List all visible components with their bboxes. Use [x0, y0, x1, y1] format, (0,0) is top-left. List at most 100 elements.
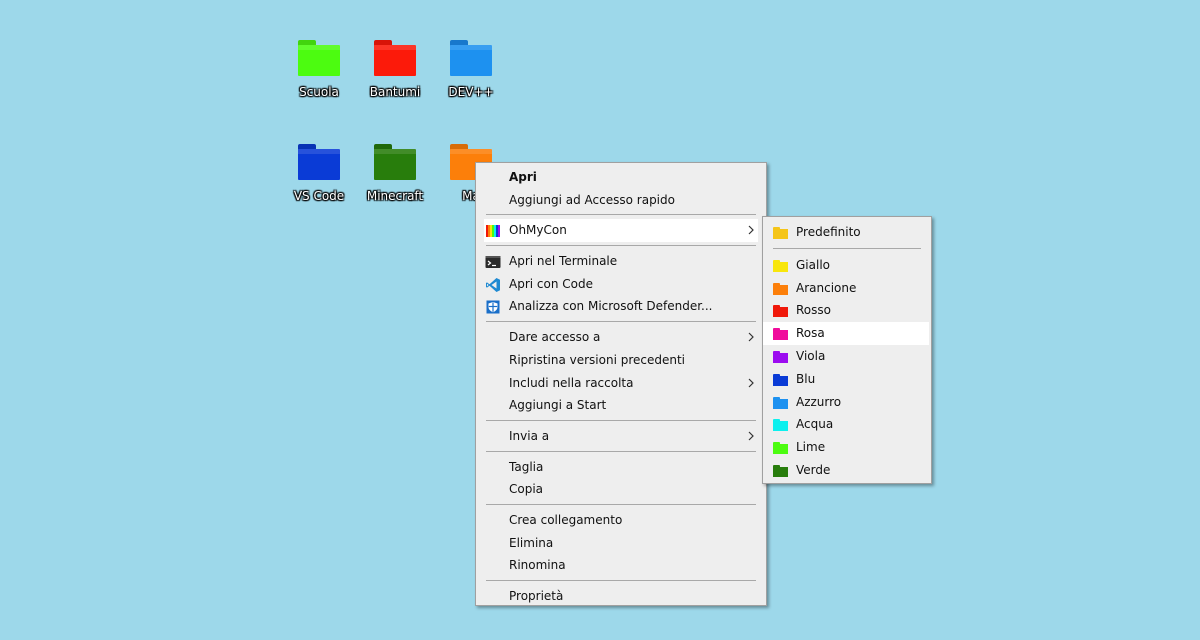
menu-item-properties[interactable]: Proprietà: [476, 585, 766, 608]
folder-icon: [773, 350, 788, 363]
menu-item-label: Taglia: [509, 459, 544, 474]
submenu-item-rosso[interactable]: Rosso: [763, 299, 931, 322]
folder-icon: [773, 282, 788, 295]
folder-icon: [773, 464, 788, 477]
menu-item-label: Invia a: [509, 428, 550, 443]
menu-item-ohmycon[interactable]: OhMyCon: [484, 219, 758, 243]
menu-item-label: OhMyCon: [509, 223, 567, 238]
folder-icon: [374, 40, 416, 76]
menu-item-label: Elimina: [509, 535, 554, 550]
menu-item-terminal[interactable]: Apri nel Terminale: [476, 250, 766, 273]
vscode-icon: [486, 277, 500, 292]
folder-icon: [773, 227, 788, 239]
menu-item-label: Apri con Code: [509, 276, 593, 291]
menu-item-label: Proprietà: [509, 589, 564, 603]
folder-icon: [374, 144, 416, 180]
desktop-folder-label: Scuola: [299, 85, 339, 99]
context-menu: Apri Aggiungi ad Accesso rapido OhMyCon …: [475, 162, 767, 606]
folder-icon: [773, 259, 788, 272]
submenu-item-label: Rosso: [796, 303, 831, 318]
menu-separator: [486, 321, 756, 323]
chevron-right-icon: [748, 431, 754, 441]
desktop-folder-label: Minecraft: [366, 189, 424, 203]
menu-item-pin-start[interactable]: Aggiungi a Start: [476, 394, 766, 417]
menu-item-label: Analizza con Microsoft Defender...: [509, 299, 713, 314]
desktop-folder-label: DEV++: [448, 85, 494, 99]
folder-icon: [450, 40, 492, 76]
menu-item-cut[interactable]: Taglia: [476, 456, 766, 479]
submenu-item-giallo[interactable]: Giallo: [763, 254, 931, 277]
submenu-item-verde[interactable]: Verde: [763, 459, 931, 482]
submenu-item-blu[interactable]: Blu: [763, 368, 931, 391]
menu-item-include-library[interactable]: Includi nella raccolta: [476, 372, 766, 395]
submenu-item-viola[interactable]: Viola: [763, 345, 931, 368]
terminal-icon: [485, 256, 501, 269]
submenu-item-acqua[interactable]: Acqua: [763, 413, 931, 436]
desktop-folder-scuola[interactable]: Scuola: [282, 40, 356, 99]
menu-item-quick-access[interactable]: Aggiungi ad Accesso rapido: [476, 189, 766, 212]
submenu-item-label: Lime: [796, 440, 826, 455]
menu-item-label: Includi nella raccolta: [509, 375, 634, 390]
submenu-item-azzurro[interactable]: Azzurro: [763, 391, 931, 414]
menu-separator: [486, 580, 756, 581]
menu-separator: [486, 503, 756, 505]
menu-item-send-to[interactable]: Invia a: [476, 425, 766, 448]
menu-item-give-access[interactable]: Dare accesso a: [476, 326, 766, 349]
submenu-item-label: Acqua: [796, 417, 834, 432]
menu-item-label: Crea collegamento: [509, 512, 623, 527]
folder-icon: [773, 396, 788, 409]
menu-item-label: Apri: [509, 170, 537, 184]
desktop-folder-dev[interactable]: DEV++: [434, 40, 508, 99]
chevron-right-icon: [748, 332, 754, 342]
defender-shield-icon: [486, 300, 500, 314]
submenu-item-label: Giallo: [796, 257, 830, 272]
folder-icon: [773, 419, 788, 432]
menu-item-rename[interactable]: Rinomina: [476, 554, 766, 577]
menu-item-label: Copia: [509, 482, 544, 497]
menu-item-label: Rinomina: [509, 558, 566, 573]
submenu-item-label: Blu: [796, 371, 816, 386]
ohmycon-submenu: Predefinito Giallo Arancione Rosso Rosa …: [762, 216, 932, 484]
menu-separator: [486, 214, 756, 216]
submenu-item-label: Arancione: [796, 280, 857, 295]
submenu-item-rosa[interactable]: Rosa: [763, 322, 929, 345]
submenu-item-lime[interactable]: Lime: [763, 436, 931, 459]
submenu-item-label: Verde: [796, 462, 831, 477]
menu-item-label: Dare accesso a: [509, 330, 601, 345]
folder-icon: [773, 373, 788, 386]
menu-item-create-shortcut[interactable]: Crea collegamento: [476, 509, 766, 532]
submenu-item-label: Predefinito: [796, 225, 861, 239]
menu-item-open-code[interactable]: Apri con Code: [476, 273, 766, 296]
desktop-folder-label: VS Code: [293, 189, 345, 203]
menu-item-copy[interactable]: Copia: [476, 478, 766, 501]
menu-item-label: Ripristina versioni precedenti: [509, 352, 686, 367]
menu-item-label: Aggiungi a Start: [509, 398, 607, 413]
submenu-item-arancione[interactable]: Arancione: [763, 277, 931, 300]
folder-icon: [298, 144, 340, 180]
menu-item-label: Apri nel Terminale: [509, 254, 618, 269]
menu-item-open[interactable]: Apri: [476, 166, 766, 189]
folder-icon: [773, 305, 788, 318]
chevron-right-icon: [748, 378, 754, 387]
chevron-right-icon: [748, 225, 754, 235]
folder-icon: [298, 40, 340, 76]
menu-separator: [486, 419, 756, 421]
menu-item-defender[interactable]: Analizza con Microsoft Defender...: [476, 295, 766, 318]
desktop-folder-label: Bantumi: [369, 85, 421, 99]
folder-icon: [773, 328, 788, 341]
folder-icon: [773, 442, 788, 455]
desktop-folder-vscode[interactable]: VS Code: [282, 144, 356, 203]
menu-item-restore-versions[interactable]: Ripristina versioni precedenti: [476, 349, 766, 372]
menu-separator: [486, 450, 756, 452]
desktop-folder-minecraft[interactable]: Minecraft: [358, 144, 432, 203]
desktop-folder-bantumi[interactable]: Bantumi: [358, 40, 432, 99]
submenu-item-label: Viola: [796, 348, 826, 363]
submenu-item-default[interactable]: Predefinito: [763, 221, 931, 244]
submenu-item-label: Azzurro: [796, 394, 842, 409]
ohmycon-rainbow-icon: [486, 225, 500, 238]
menu-separator: [773, 247, 921, 249]
menu-item-label: Aggiungi ad Accesso rapido: [509, 192, 675, 207]
submenu-item-label: Rosa: [796, 326, 825, 341]
menu-separator: [486, 245, 756, 247]
menu-item-delete[interactable]: Elimina: [476, 532, 766, 555]
